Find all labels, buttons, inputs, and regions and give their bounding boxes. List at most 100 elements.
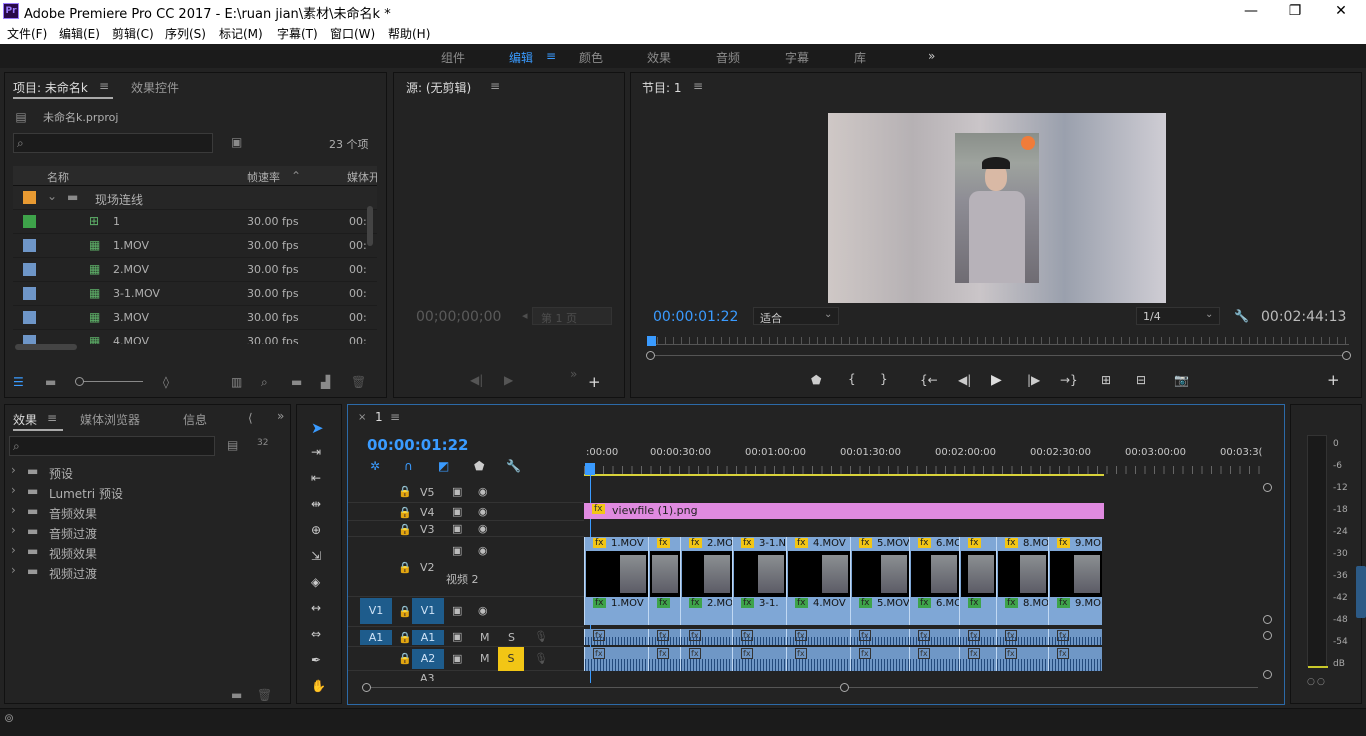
menu-edit[interactable]: 编辑(E) bbox=[59, 25, 100, 42]
track-select-back-tool-icon[interactable]: ⇤ bbox=[311, 471, 321, 485]
microphone-icon[interactable]: 🎙 bbox=[534, 630, 548, 643]
minimize-button[interactable]: — bbox=[1228, 0, 1274, 22]
expand-chevron-icon[interactable]: › bbox=[11, 463, 16, 477]
vscroll-handle-bottom[interactable] bbox=[1263, 670, 1272, 679]
timeline-zoom-bar[interactable] bbox=[366, 687, 1258, 688]
mark-out-icon[interactable]: } bbox=[880, 372, 888, 386]
workspace-effects[interactable]: 效果 bbox=[647, 49, 671, 66]
timeline-playhead[interactable] bbox=[585, 463, 595, 475]
step-forward-icon[interactable]: |▶ bbox=[1027, 373, 1040, 387]
tab-overflow[interactable]: ⟨ bbox=[248, 411, 253, 425]
video-clip[interactable]: fx 5.MOV bbox=[850, 537, 909, 597]
sort-icons-icon[interactable]: ◊ bbox=[163, 375, 169, 389]
eye-icon[interactable]: ◉ bbox=[478, 485, 488, 498]
microphone-icon[interactable]: 🎙 bbox=[534, 652, 548, 665]
export-frame-icon[interactable]: 📷 bbox=[1174, 373, 1189, 387]
sync-lock-icon[interactable]: ▣ bbox=[452, 485, 462, 498]
project-row[interactable]: ▦ 1.MOV 30.00 fps 00: bbox=[13, 234, 377, 258]
project-row[interactable]: ▦ 2.MOV 30.00 fps 00: bbox=[13, 258, 377, 282]
workspace-libraries[interactable]: 库 bbox=[854, 49, 866, 66]
effects-folder[interactable]: › ▬ Lumetri 预设 bbox=[5, 481, 289, 501]
lift-icon[interactable]: ⊞ bbox=[1101, 373, 1111, 387]
timeline-zoom-left[interactable] bbox=[362, 683, 371, 692]
eye-icon[interactable]: ◉ bbox=[478, 604, 488, 617]
program-zoom-bar[interactable] bbox=[651, 355, 1347, 356]
video-clip[interactable]: fx 8.MO bbox=[996, 597, 1048, 625]
source-step-back-icon[interactable]: ◀| bbox=[470, 373, 483, 387]
video-clip[interactable]: fx 6.MO bbox=[909, 537, 959, 597]
menu-window[interactable]: 窗口(W) bbox=[330, 25, 375, 42]
timeline-timecode[interactable]: 00:00:01:22 bbox=[367, 436, 469, 454]
effects-folder[interactable]: › ▬ 音频过渡 bbox=[5, 521, 289, 541]
expand-chevron-icon[interactable]: › bbox=[11, 483, 16, 497]
mark-in-icon[interactable]: { bbox=[848, 372, 856, 386]
lock-icon[interactable]: 🔒 bbox=[398, 485, 412, 498]
video-clip[interactable]: fx bbox=[648, 537, 680, 597]
audio-clip[interactable]: fx bbox=[996, 647, 1048, 671]
accelerated-effects-icon[interactable]: ▤ bbox=[227, 438, 238, 452]
timeline-menu-icon[interactable]: ≡ bbox=[390, 410, 400, 424]
video-clip[interactable]: fx 3-1.N bbox=[732, 537, 786, 597]
program-menu-icon[interactable]: ≡ bbox=[693, 79, 703, 93]
linked-selection-icon[interactable]: ◩ bbox=[438, 459, 449, 473]
program-playhead[interactable] bbox=[647, 336, 656, 346]
label-color-swatch[interactable] bbox=[23, 191, 36, 204]
source-patch-a1[interactable]: A1 bbox=[360, 630, 392, 645]
rolling-edit-tool-icon[interactable]: ⊕ bbox=[311, 523, 321, 537]
audio-clip[interactable]: fx bbox=[584, 629, 648, 645]
audio-clip[interactable]: fx bbox=[1048, 629, 1102, 645]
sync-lock-icon[interactable]: ▣ bbox=[452, 630, 462, 643]
work-area-bar[interactable] bbox=[584, 474, 1104, 476]
page-select[interactable]: 第 1 页 bbox=[532, 307, 612, 325]
expand-chevron-icon[interactable]: › bbox=[11, 563, 16, 577]
expand-chevron-icon[interactable]: › bbox=[11, 503, 16, 517]
sync-lock-icon[interactable]: ▣ bbox=[452, 652, 462, 665]
workspace-titles[interactable]: 字幕 bbox=[785, 49, 809, 66]
workspace-audio[interactable]: 音频 bbox=[716, 49, 740, 66]
effects-folder[interactable]: › ▬ 音频效果 bbox=[5, 501, 289, 521]
fit-dropdown[interactable]: 适合 ⌄ bbox=[753, 307, 839, 325]
track-select-tool-icon[interactable]: ⇥ bbox=[311, 445, 321, 459]
tab-project[interactable]: 项目: 未命名k bbox=[13, 79, 88, 96]
project-row[interactable]: ⌄ ▬ 现场连线 bbox=[13, 186, 377, 210]
new-item-icon[interactable]: ▟ bbox=[321, 375, 330, 389]
project-row[interactable]: ▦ 3.MOV 30.00 fps 00: bbox=[13, 306, 377, 330]
video-clip[interactable]: fx 9.MO bbox=[1048, 597, 1102, 625]
audio-clip[interactable]: fx bbox=[680, 647, 732, 671]
sync-lock-icon[interactable]: ▣ bbox=[452, 522, 462, 535]
vscroll-handle-top[interactable] bbox=[1263, 483, 1272, 492]
tab-effect-controls[interactable]: 效果控件 bbox=[131, 79, 179, 96]
video-clip[interactable]: fx 4.MOV bbox=[786, 537, 850, 597]
track-target-v1[interactable]: V1 bbox=[412, 598, 444, 624]
lock-icon[interactable]: 🔒 bbox=[398, 506, 412, 519]
audio-clip[interactable]: fx bbox=[959, 647, 996, 671]
solo-button-active[interactable]: S bbox=[498, 647, 524, 671]
video-clip[interactable]: fx bbox=[959, 597, 996, 625]
label-color-swatch[interactable] bbox=[23, 263, 36, 276]
audio-clip[interactable]: fx bbox=[786, 629, 850, 645]
audio-clip[interactable]: fx bbox=[680, 629, 732, 645]
solo-left-icon[interactable]: ○ bbox=[1307, 677, 1315, 687]
new-custom-bin-icon[interactable]: ▬ bbox=[231, 688, 242, 702]
automate-sequence-icon[interactable]: ▥ bbox=[231, 375, 242, 389]
lock-icon[interactable]: 🔒 bbox=[398, 523, 412, 536]
restore-button[interactable]: ❐ bbox=[1272, 0, 1318, 22]
ripple-edit-tool-icon[interactable]: ⇹ bbox=[311, 497, 321, 511]
tab-info[interactable]: 信息 bbox=[183, 411, 207, 428]
go-to-in-icon[interactable]: {← bbox=[920, 373, 938, 387]
video-clip[interactable]: fx 2.MO bbox=[680, 537, 732, 597]
eye-icon[interactable]: ◉ bbox=[478, 522, 488, 535]
horizontal-scrollbar[interactable] bbox=[15, 344, 77, 350]
add-marker-icon[interactable]: ⬟ bbox=[811, 373, 821, 387]
column-name[interactable]: 名称 bbox=[47, 169, 69, 185]
workspace-assembly[interactable]: 组件 bbox=[441, 49, 465, 66]
project-row[interactable]: ▦ 4.MOV 30.00 fps 00: bbox=[13, 330, 377, 344]
lock-icon[interactable]: 🔒 bbox=[398, 605, 412, 618]
audio-clip[interactable]: fx bbox=[996, 629, 1048, 645]
sync-lock-icon[interactable]: ▣ bbox=[452, 505, 462, 518]
close-sequence-icon[interactable]: × bbox=[358, 412, 366, 423]
video-clip[interactable]: fx 1.MOV bbox=[584, 537, 648, 597]
effects-search-input[interactable]: ⌕ bbox=[9, 436, 215, 456]
audio-clip[interactable]: fx bbox=[732, 629, 786, 645]
label-color-swatch[interactable] bbox=[23, 215, 36, 228]
